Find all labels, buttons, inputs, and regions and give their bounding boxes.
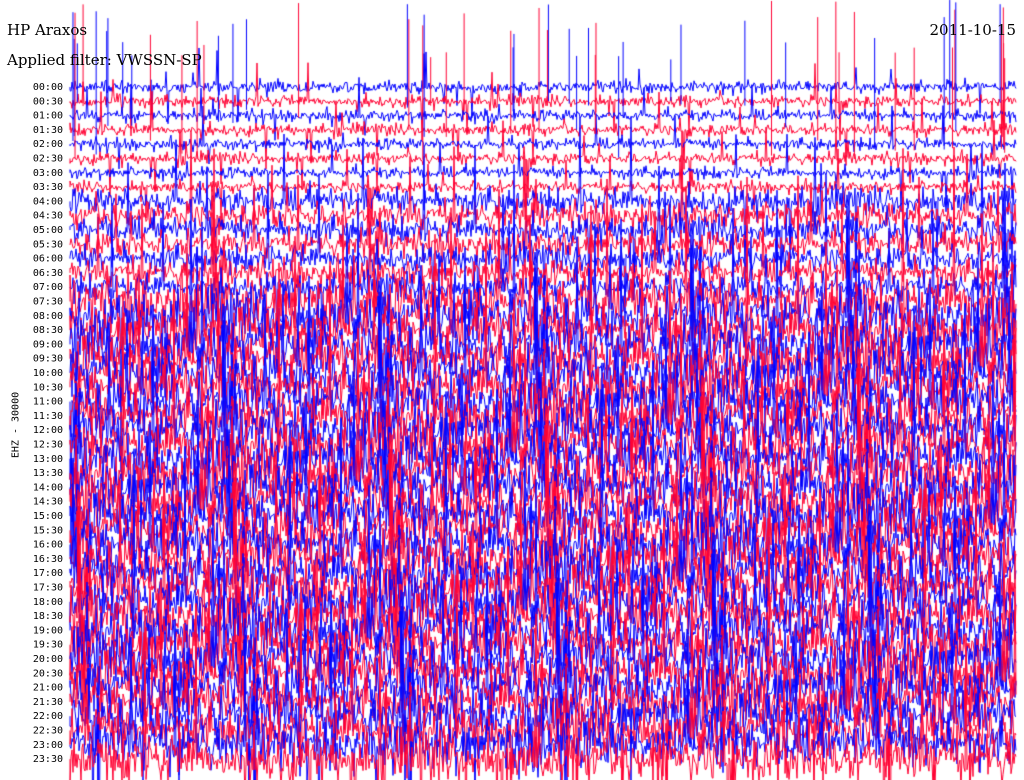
date-label: 2011-10-15: [929, 21, 1016, 39]
time-tick-label: 21:00: [33, 683, 63, 694]
filter-label: Applied filter: VWSSN-SP: [7, 51, 202, 69]
time-tick-label: 09:00: [33, 339, 63, 350]
time-axis: 00:00 00:30 01:00 01:30 02:00 02:30 03:00 03:30…: [33, 82, 63, 765]
time-tick-label: 02:30: [33, 154, 63, 165]
time-tick-label: 03:00: [33, 168, 63, 179]
time-tick-label: 11:00: [33, 397, 63, 408]
time-tick-label: 23:30: [33, 754, 63, 765]
time-tick-label: 00:30: [33, 96, 63, 107]
time-tick-label: 04:30: [33, 211, 63, 222]
time-tick-label: 08:00: [33, 311, 63, 322]
time-tick-label: 16:00: [33, 540, 63, 551]
time-tick-label: 23:00: [33, 740, 63, 751]
time-tick-label: 02:00: [33, 139, 63, 150]
time-tick-label: 12:30: [33, 440, 63, 451]
time-tick-label: 12:00: [33, 425, 63, 436]
time-tick-label: 16:30: [33, 554, 63, 565]
time-tick-label: 01:30: [33, 125, 63, 136]
time-tick-label: 10:00: [33, 368, 63, 379]
time-tick-label: 05:30: [33, 239, 63, 250]
time-tick-label: 07:30: [33, 297, 63, 308]
time-tick-label: 20:00: [33, 654, 63, 665]
station-title: HP Araxos: [7, 21, 88, 39]
time-tick-label: 01:00: [33, 111, 63, 122]
time-tick-label: 19:30: [33, 640, 63, 651]
time-tick-label: 22:00: [33, 711, 63, 722]
time-tick-label: 03:30: [33, 182, 63, 193]
time-tick-label: 05:00: [33, 225, 63, 236]
time-tick-label: 14:00: [33, 482, 63, 493]
time-tick-label: 04:00: [33, 196, 63, 207]
time-tick-label: 07:00: [33, 282, 63, 293]
time-tick-label: 14:30: [33, 497, 63, 508]
time-tick-label: 20:30: [33, 668, 63, 679]
time-tick-label: 13:00: [33, 454, 63, 465]
channel-label: EHZ - 30000: [10, 391, 22, 459]
time-tick-label: 18:00: [33, 597, 63, 608]
time-tick-label: 21:30: [33, 697, 63, 708]
time-tick-label: 15:00: [33, 511, 63, 522]
time-tick-label: 11:30: [33, 411, 63, 422]
time-tick-label: 10:30: [33, 382, 63, 393]
time-tick-label: 09:30: [33, 354, 63, 365]
time-tick-label: 06:00: [33, 254, 63, 265]
time-tick-label: 13:30: [33, 468, 63, 479]
time-tick-label: 06:30: [33, 268, 63, 279]
time-tick-label: 18:30: [33, 611, 63, 622]
time-tick-label: 17:30: [33, 583, 63, 594]
time-tick-label: 19:00: [33, 625, 63, 636]
time-tick-label: 15:30: [33, 525, 63, 536]
time-tick-label: 17:00: [33, 568, 63, 579]
time-tick-label: 08:30: [33, 325, 63, 336]
time-tick-label: 00:00: [33, 82, 63, 93]
time-tick-label: 22:30: [33, 726, 63, 737]
